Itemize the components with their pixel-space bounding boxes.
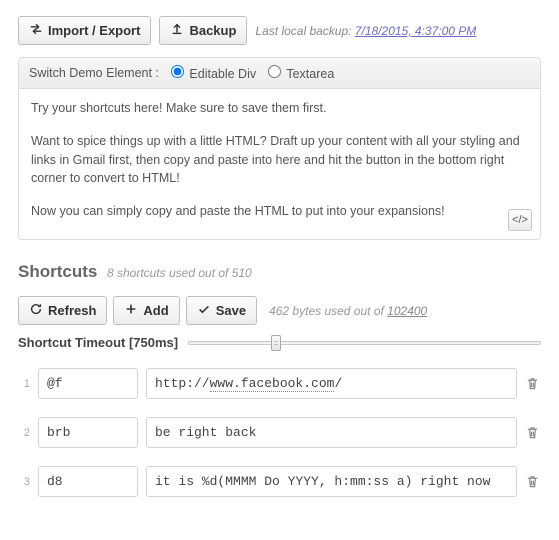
- upload-icon: [170, 22, 184, 39]
- bytes-info: 462 bytes used out of 102400: [269, 304, 427, 318]
- refresh-label: Refresh: [48, 303, 96, 318]
- demo-panel-header: Switch Demo Element : Editable Div Texta…: [19, 58, 540, 89]
- radio-editable-input[interactable]: [171, 65, 184, 78]
- add-button[interactable]: Add: [113, 296, 179, 325]
- shortcuts-section: Shortcuts 8 shortcuts used out of 510 Re…: [18, 262, 541, 497]
- shortcut-key-input[interactable]: [38, 417, 138, 448]
- shortcut-value-input[interactable]: http://www.facebook.com/: [146, 368, 517, 399]
- plus-icon: [124, 302, 138, 319]
- demo-text-line: Try your shortcuts here! Make sure to sa…: [31, 99, 528, 118]
- demo-text-line: Now you can simply copy and paste the HT…: [31, 202, 528, 221]
- shortcut-key-input[interactable]: [38, 368, 138, 399]
- last-backup-link[interactable]: 7/18/2015, 4:37:00 PM: [355, 24, 476, 38]
- check-icon: [197, 302, 211, 319]
- shortcut-value-input[interactable]: [146, 466, 517, 497]
- demo-editable-area[interactable]: Try your shortcuts here! Make sure to sa…: [19, 89, 540, 239]
- shortcut-row: 2: [18, 417, 541, 448]
- backup-button[interactable]: Backup: [159, 16, 247, 45]
- timeout-label: Shortcut Timeout [750ms]: [18, 335, 178, 350]
- row-number: 1: [18, 378, 30, 390]
- slider-thumb[interactable]: [271, 335, 281, 351]
- row-number: 2: [18, 427, 30, 439]
- radio-textarea-input[interactable]: [268, 65, 281, 78]
- save-label: Save: [216, 303, 246, 318]
- backup-label: Backup: [189, 23, 236, 38]
- shortcut-key-input[interactable]: [38, 466, 138, 497]
- add-label: Add: [143, 303, 168, 318]
- convert-html-button[interactable]: </>: [508, 209, 532, 231]
- switch-demo-label: Switch Demo Element :: [29, 66, 159, 80]
- refresh-button[interactable]: Refresh: [18, 296, 107, 325]
- import-export-label: Import / Export: [48, 23, 140, 38]
- shortcuts-title: Shortcuts: [18, 262, 97, 282]
- shortcuts-summary: 8 shortcuts used out of 510: [107, 266, 252, 280]
- timeout-slider[interactable]: [188, 336, 541, 350]
- radio-editable-div[interactable]: Editable Div: [165, 65, 256, 81]
- shortcut-row: 3: [18, 466, 541, 497]
- code-icon: </>: [512, 212, 528, 229]
- transfer-icon: [29, 22, 43, 39]
- shortcut-value-input[interactable]: [146, 417, 517, 448]
- demo-panel: Switch Demo Element : Editable Div Texta…: [18, 57, 541, 240]
- delete-shortcut-button[interactable]: [525, 425, 541, 441]
- save-button[interactable]: Save: [186, 296, 257, 325]
- delete-shortcut-button[interactable]: [525, 474, 541, 490]
- slider-track: [188, 341, 541, 345]
- last-backup-info: Last local backup: 7/18/2015, 4:37:00 PM: [255, 24, 476, 38]
- radio-textarea[interactable]: Textarea: [262, 65, 334, 81]
- shortcut-row: 1 http://www.facebook.com/: [18, 368, 541, 399]
- delete-shortcut-button[interactable]: [525, 376, 541, 392]
- refresh-icon: [29, 302, 43, 319]
- row-number: 3: [18, 476, 30, 488]
- demo-text-line: Want to spice things up with a little HT…: [31, 132, 528, 188]
- bytes-total-link[interactable]: 102400: [387, 304, 427, 318]
- import-export-button[interactable]: Import / Export: [18, 16, 151, 45]
